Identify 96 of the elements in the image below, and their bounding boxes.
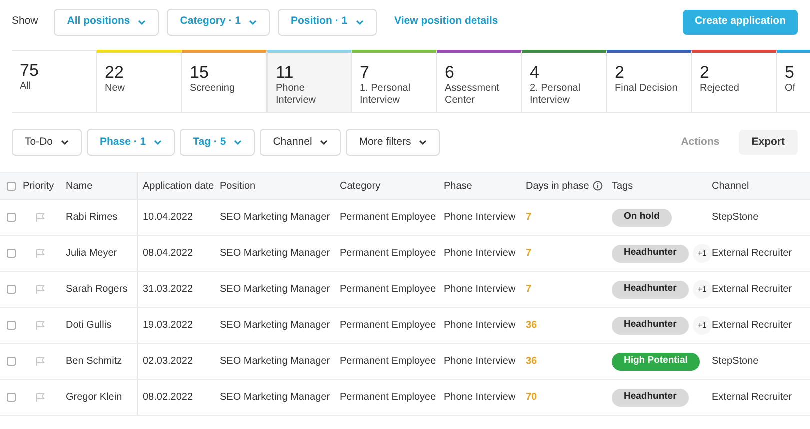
phase-tab[interactable]: 5 Of [777, 50, 810, 113]
column-header: Phase [444, 180, 472, 194]
position-cell: SEO Marketing Manager [220, 392, 330, 403]
category-cell: Permanent Employee [340, 284, 436, 295]
caret-icon [138, 20, 146, 24]
column-header: Category [340, 180, 381, 194]
category-cell: Permanent Employee [340, 212, 436, 223]
channel-cell: StepStone [712, 356, 759, 367]
name-cell: Doti Gullis [66, 320, 112, 331]
days-cell: 7 [526, 212, 532, 223]
tag-badge: Headhunter [612, 316, 689, 334]
checkbox[interactable] [7, 285, 16, 294]
flag-icon[interactable] [36, 321, 45, 330]
column-header: Position [220, 180, 256, 194]
tag-badge: High Potential [612, 352, 700, 370]
channel-cell: External Recruiter [712, 392, 792, 403]
export-button[interactable]: Export [738, 130, 798, 155]
checkbox[interactable] [7, 249, 16, 258]
checkbox[interactable] [7, 357, 16, 366]
channel-cell: External Recruiter [712, 320, 792, 331]
flag-icon[interactable] [36, 393, 45, 402]
position-cell: SEO Marketing Manager [220, 248, 330, 259]
date-cell-text: 02.03.2022 [143, 355, 194, 369]
more-tags-count[interactable]: +1 [692, 244, 712, 263]
phase-tab[interactable]: 6 Assessment Center [437, 50, 522, 113]
column-header: Days in phase [526, 180, 590, 194]
column-header: Tags [612, 180, 634, 194]
phase-cell: Phone Interview [444, 212, 516, 223]
date-cell-text: 31.03.2022 [143, 283, 194, 297]
channel-cell: StepStone [712, 212, 759, 223]
date-cell-text: 08.02.2022 [143, 391, 194, 405]
caret-icon [61, 140, 70, 145]
checkbox[interactable] [7, 321, 16, 330]
phase-cell: Phone Interview [444, 320, 516, 331]
category-cell: Permanent Employee [340, 320, 436, 331]
position-cell: SEO Marketing Manager [220, 212, 330, 223]
phase-tab[interactable]: 7 1. Personal Interview [352, 50, 437, 113]
caret-icon [248, 20, 257, 24]
days-cell: 7 [526, 248, 532, 259]
category-cell: Permanent Employee [340, 356, 436, 367]
tag-badge: Headhunter [612, 280, 689, 298]
phase-tab[interactable]: 2 Rejected [692, 50, 777, 113]
days-cell: 7 [526, 284, 532, 295]
name-cell: Sarah Rogers [66, 284, 128, 295]
tag-badge: On hold [612, 208, 672, 226]
column-header: Application date [143, 180, 214, 194]
date-cell-text: 10.04.2022 [143, 211, 194, 225]
category-cell: Permanent Employee [340, 392, 436, 403]
info-icon [593, 181, 604, 191]
days-cell: 70 [526, 392, 538, 403]
flag-icon[interactable] [36, 285, 45, 294]
phase-tab[interactable]: 22 New [97, 50, 182, 113]
phase-tab[interactable]: 4 2. Personal Interview [522, 50, 607, 113]
column-header: Priority [23, 180, 54, 194]
phase-cell: Phone Interview [444, 248, 516, 259]
channel-cell: External Recruiter [712, 284, 792, 295]
name-cell: Rabi Rimes [66, 212, 118, 223]
column-header: Channel [712, 180, 750, 194]
checkbox[interactable] [7, 393, 16, 402]
position-cell: SEO Marketing Manager [220, 284, 330, 295]
position-cell: SEO Marketing Manager [220, 320, 330, 331]
name-cell: Ben Schmitz [66, 356, 122, 367]
flag-icon[interactable] [36, 357, 45, 366]
caret-icon [154, 140, 162, 145]
channel-cell: External Recruiter [712, 248, 792, 259]
name-cell: Julia Meyer [66, 248, 118, 259]
filter-dropdown[interactable]: To-Do [12, 129, 82, 156]
caret-icon [356, 20, 364, 24]
flag-icon[interactable] [36, 213, 45, 222]
column-header: Name [66, 180, 93, 194]
phase-cell: Phone Interview [444, 356, 516, 367]
phase-tab[interactable]: 2 Final Decision [607, 50, 692, 113]
filter-dropdown[interactable]: More filters [346, 129, 440, 156]
date-cell-text: 19.03.2022 [143, 319, 194, 333]
category-cell: Permanent Employee [340, 248, 436, 259]
phase-cell: Phone Interview [444, 284, 516, 295]
phase-cell: Phone Interview [444, 392, 516, 403]
phase-tab[interactable]: 11 Phone Interview [267, 50, 352, 113]
checkbox[interactable] [7, 182, 16, 190]
date-cell-text: 08.04.2022 [143, 247, 194, 261]
days-cell: 36 [526, 356, 538, 367]
caret-icon [419, 140, 428, 145]
days-cell: 36 [526, 320, 538, 331]
phase-tab[interactable]: 75 All [12, 50, 97, 113]
tag-badge: Headhunter [612, 244, 689, 262]
more-tags-count[interactable]: +1 [692, 280, 712, 299]
caret-icon [320, 140, 328, 145]
flag-icon[interactable] [36, 249, 45, 258]
caret-icon [234, 140, 242, 145]
filter-dropdown[interactable]: Channel [260, 129, 342, 156]
checkbox[interactable] [7, 213, 16, 222]
tag-badge: Headhunter [612, 388, 689, 406]
more-tags-count[interactable]: +1 [692, 316, 712, 335]
show-label: Show [12, 14, 38, 30]
position-cell: SEO Marketing Manager [220, 356, 330, 367]
name-cell: Gregor Klein [66, 392, 122, 403]
